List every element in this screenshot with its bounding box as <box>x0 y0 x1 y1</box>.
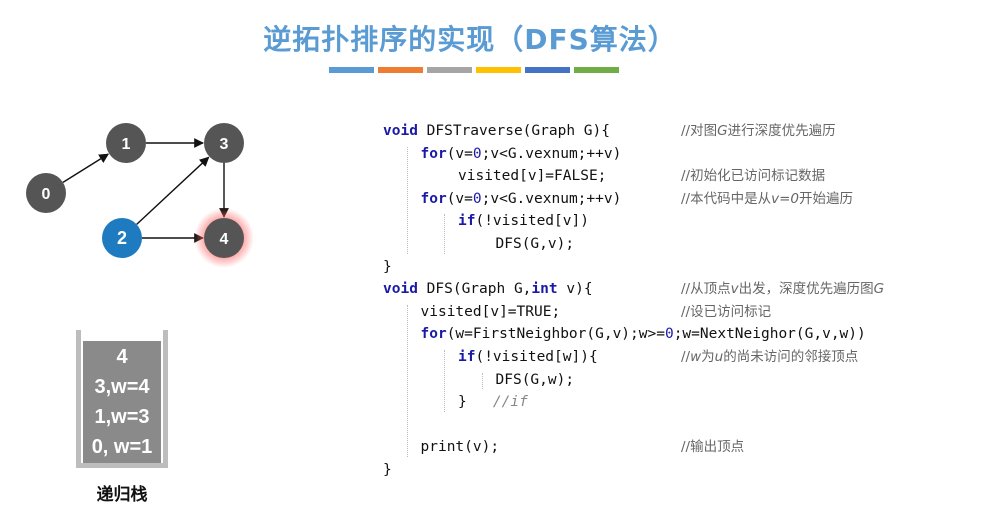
stack-frame-item: 1,w=3 <box>94 406 150 428</box>
graph-diagram: 0 1 2 3 4 <box>26 123 254 268</box>
graph-node-label: 3 <box>220 136 229 153</box>
color-bar-segment <box>427 67 472 73</box>
color-bar-segment <box>476 67 521 73</box>
edge-2-3 <box>136 156 210 225</box>
stack-frame-item: 0, w=1 <box>91 436 153 458</box>
stack-frame-item: 4 <box>116 346 128 368</box>
indent-guide <box>444 350 445 412</box>
graph-node-label: 4 <box>220 231 229 248</box>
graph-node-label: 0 <box>42 186 51 203</box>
code-comment: //初始化已访问标记数据 <box>681 168 826 185</box>
indent-guide <box>444 214 445 254</box>
graph-node-label: 2 <box>117 228 127 248</box>
graph-node-label: 1 <box>122 136 131 153</box>
code-comment: //w为u的尚未访问的邻接顶点 <box>681 348 859 365</box>
color-bar-segment <box>525 67 570 73</box>
color-bar-segment <box>378 67 423 73</box>
code-comment: //本代码中是从v=0开始遍历 <box>681 190 853 207</box>
edge-0-1 <box>62 153 110 183</box>
indent-guide <box>481 372 483 390</box>
code-comment: //输出顶点 <box>681 439 745 456</box>
color-bar-segment <box>574 67 619 73</box>
code-comment: //从顶点v出发，深度优先遍历图G <box>681 281 885 298</box>
color-bar-segment <box>329 67 374 73</box>
indent-guide <box>406 146 408 254</box>
indent-guide <box>406 304 408 457</box>
code-comment: //对图G进行深度优先遍历 <box>681 123 836 139</box>
code-comment: //设已访问标记 <box>681 303 772 320</box>
stack-label: 递归栈 <box>96 485 148 505</box>
stack-frame-item: 3,w=4 <box>94 376 150 398</box>
